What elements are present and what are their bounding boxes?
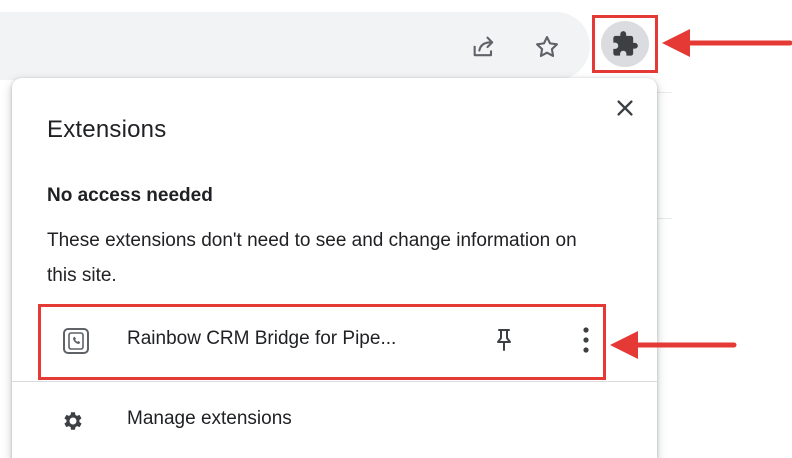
page-divider xyxy=(656,92,672,93)
close-button[interactable] xyxy=(610,93,640,123)
extensions-button-highlight xyxy=(592,15,658,73)
manage-extensions-label: Manage extensions xyxy=(127,408,292,429)
section-description: These extensions don't need to see and c… xyxy=(47,230,577,286)
arrow-left-icon xyxy=(662,29,792,57)
browser-stage: Extensions No access needed These extens… xyxy=(0,0,792,458)
close-icon xyxy=(617,100,633,116)
bookmark-star-icon[interactable] xyxy=(529,29,565,65)
section-heading: No access needed xyxy=(47,185,213,206)
popup-title: Extensions xyxy=(47,116,167,143)
gear-icon xyxy=(58,406,88,436)
extension-row-highlight xyxy=(38,304,606,380)
manage-extensions-button[interactable]: Manage extensions xyxy=(12,382,657,458)
share-icon[interactable] xyxy=(466,29,502,65)
arrow-left-icon xyxy=(610,331,737,359)
page-divider xyxy=(656,218,672,219)
